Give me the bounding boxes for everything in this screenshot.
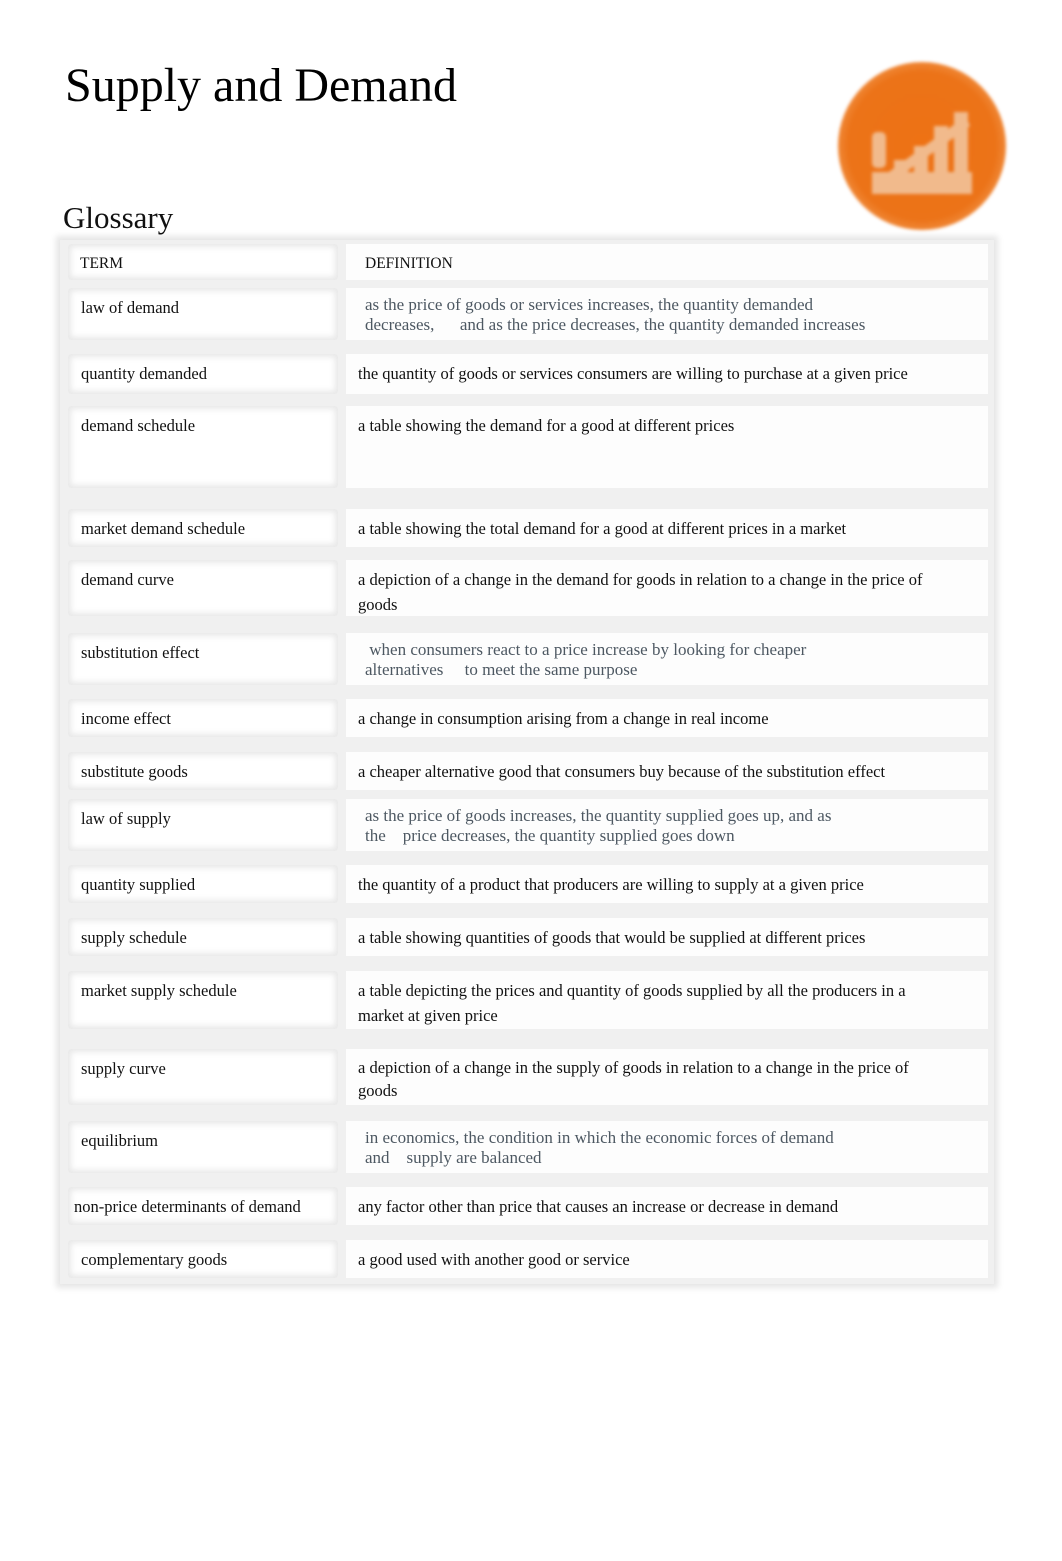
term-cell: non-price determinants of demand <box>68 1187 338 1225</box>
table-row: supply curve a depiction of a change in … <box>60 1045 994 1109</box>
definition-line: decreases, and as the price decreases, t… <box>365 315 866 334</box>
table-row: law of supply as the price of goods incr… <box>60 795 994 855</box>
definition-cell: as the price of goods increases, the qua… <box>346 799 988 851</box>
page-title: Supply and Demand <box>65 59 457 112</box>
term-cell: market demand schedule <box>68 509 338 547</box>
column-header-term: TERM <box>68 244 338 280</box>
term-cell: quantity demanded <box>68 354 338 394</box>
term-cell: complementary goods <box>68 1240 338 1278</box>
term-cell: demand schedule <box>68 406 338 488</box>
definition-cell: a change in consumption arising from a c… <box>346 699 988 737</box>
logo-graphic <box>872 112 972 194</box>
table-row: complementary goods a good used with ano… <box>60 1236 994 1282</box>
table-row: quantity demanded the quantity of goods … <box>60 350 994 398</box>
table-row: demand curve a depiction of a change in … <box>60 556 994 620</box>
table-row: equilibrium in economics, the condition … <box>60 1117 994 1177</box>
definition-line: as the price of goods increases, the qua… <box>365 806 832 825</box>
definition-cell: a table showing quantities of goods that… <box>346 918 988 956</box>
term-cell: substitute goods <box>68 752 338 790</box>
table-header-row: TERM DEFINITION <box>60 240 994 284</box>
definition-cell: a good used with another good or service <box>346 1240 988 1278</box>
term-cell: market supply schedule <box>68 971 338 1029</box>
table-row: law of demand as the price of goods or s… <box>60 284 994 344</box>
definition-cell: any factor other than price that causes … <box>346 1187 988 1225</box>
term-cell: supply curve <box>68 1049 338 1105</box>
definition-cell: a table showing the total demand for a g… <box>346 509 988 547</box>
definition-line: a table depicting the prices and quantit… <box>358 981 906 1000</box>
definition-cell: in economics, the condition in which the… <box>346 1121 988 1173</box>
definition-line: the price decreases, the quantity suppli… <box>365 826 735 845</box>
definition-cell: the quantity of a product that producers… <box>346 865 988 903</box>
definition-line: goods <box>358 595 398 614</box>
definition-cell: a depiction of a change in the demand fo… <box>346 560 988 616</box>
table-row: demand schedule a table showing the dema… <box>60 402 994 492</box>
column-header-definition: DEFINITION <box>346 244 988 280</box>
glossary-heading: Glossary <box>63 200 174 235</box>
table-row: market demand schedule a table showing t… <box>60 505 994 551</box>
definition-line: in economics, the condition in which the… <box>365 1128 834 1147</box>
definition-cell: a table depicting the prices and quantit… <box>346 971 988 1029</box>
definition-line: when consumers react to a price increase… <box>365 640 807 659</box>
definition-line: as the price of goods or services increa… <box>365 295 813 314</box>
definition-line: and supply are balanced <box>365 1148 542 1167</box>
term-cell: demand curve <box>68 560 338 616</box>
table-row: quantity supplied the quantity of a prod… <box>60 861 994 907</box>
definition-cell: a table showing the demand for a good at… <box>346 406 988 488</box>
term-cell: equilibrium <box>68 1121 338 1173</box>
term-cell: income effect <box>68 699 338 737</box>
definition-line: market at given price <box>358 1006 498 1025</box>
definition-line: a depiction of a change in the supply of… <box>358 1058 909 1077</box>
definition-cell: as the price of goods or services increa… <box>346 288 988 340</box>
definition-cell: a depiction of a change in the supply of… <box>346 1049 988 1105</box>
table-row: non-price determinants of demand any fac… <box>60 1183 994 1229</box>
term-cell: law of demand <box>68 288 338 340</box>
glossary-table: TERM DEFINITION law of demand as the pri… <box>60 240 994 1284</box>
term-cell: supply schedule <box>68 918 338 956</box>
table-row: substitution effect when consumers react… <box>60 629 994 689</box>
definition-line: a depiction of a change in the demand fo… <box>358 570 923 589</box>
definition-line: alternatives to meet the same purpose <box>365 660 638 679</box>
definition-line: goods <box>358 1081 398 1100</box>
definition-cell: the quantity of goods or services consum… <box>346 354 988 394</box>
table-row: supply schedule a table showing quantiti… <box>60 914 994 960</box>
chart-growth-icon <box>838 62 1006 230</box>
definition-cell: a cheaper alternative good that consumer… <box>346 752 988 790</box>
definition-cell: when consumers react to a price increase… <box>346 633 988 685</box>
term-cell: quantity supplied <box>68 865 338 903</box>
term-cell: law of supply <box>68 799 338 851</box>
table-row: market supply schedule a table depicting… <box>60 967 994 1033</box>
table-row: income effect a change in consumption ar… <box>60 695 994 741</box>
term-cell: substitution effect <box>68 633 338 685</box>
table-row: substitute goods a cheaper alternative g… <box>60 748 994 794</box>
